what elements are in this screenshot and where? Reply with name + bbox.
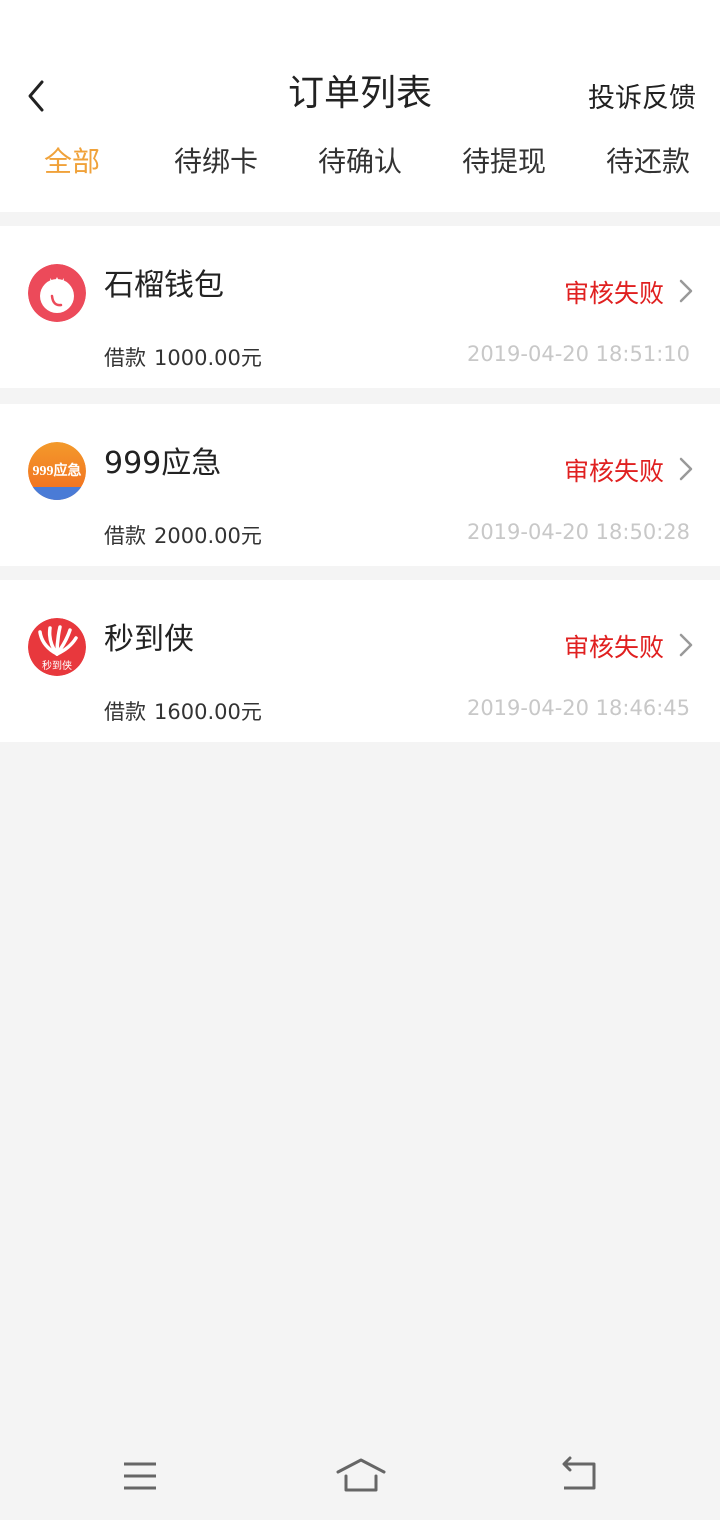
header-area: 订单列表 投诉反馈 全部 待绑卡 待确认 待提现 待还款 — [0, 0, 720, 212]
status-badge: 审核失败 — [563, 633, 664, 662]
lender-name: 秒到侠 — [104, 622, 194, 657]
complaint-feedback-link[interactable]: 投诉反馈 — [588, 76, 696, 115]
amount-prefix: 借款 — [104, 700, 146, 724]
loan-amount: 借款 1000.00元 — [104, 342, 262, 372]
999-emergency-logo: 999应急 — [28, 442, 86, 500]
menu-icon[interactable] — [118, 1456, 164, 1496]
lender-name: 石榴钱包 — [104, 268, 224, 303]
tab-pending-repay[interactable]: 待还款 — [606, 140, 690, 180]
loan-amount: 借款 2000.00元 — [104, 520, 262, 550]
amount-value: 1600.00元 — [154, 700, 262, 724]
tab-pending-confirm[interactable]: 待确认 — [318, 140, 402, 180]
logo-text: 秒到侠 — [42, 659, 72, 672]
order-time: 2019-04-20 18:50:28 — [466, 520, 690, 544]
order-card[interactable]: 秒到侠 秒到侠 审核失败 借款 1600.00元 2019-04-20 18:46… — [0, 580, 720, 742]
chevron-right-icon[interactable] — [678, 278, 694, 304]
miaodaoxia-logo: 秒到侠 — [28, 618, 86, 676]
amount-value: 2000.00元 — [154, 524, 262, 548]
order-card[interactable]: 石榴钱包 审核失败 借款 1000.00元 2019-04-20 18:51:10 — [0, 226, 720, 388]
home-icon[interactable] — [336, 1456, 386, 1496]
order-time: 2019-04-20 18:46:45 — [466, 696, 690, 720]
lender-name: 999应急 — [104, 446, 222, 481]
back-icon[interactable] — [556, 1456, 602, 1496]
loan-amount: 借款 1600.00元 — [104, 696, 262, 726]
tab-pending-withdraw[interactable]: 待提现 — [462, 140, 546, 180]
pomegranate-logo — [28, 264, 86, 322]
status-badge: 审核失败 — [563, 279, 664, 308]
tab-all[interactable]: 全部 — [44, 140, 100, 180]
tab-pending-bind-card[interactable]: 待绑卡 — [174, 140, 258, 180]
status-badge: 审核失败 — [563, 457, 664, 486]
order-card[interactable]: 999应急 999应急 审核失败 借款 2000.00元 2019-04-20 1… — [0, 404, 720, 566]
amount-value: 1000.00元 — [154, 346, 262, 370]
amount-prefix: 借款 — [104, 346, 146, 370]
chevron-right-icon[interactable] — [678, 456, 694, 482]
chevron-right-icon[interactable] — [678, 632, 694, 658]
logo-text: 999应急 — [33, 462, 82, 479]
amount-prefix: 借款 — [104, 524, 146, 548]
order-time: 2019-04-20 18:51:10 — [466, 342, 690, 366]
status-tabs: 全部 待绑卡 待确认 待提现 待还款 — [0, 140, 720, 188]
system-nav-bar — [0, 1436, 720, 1520]
